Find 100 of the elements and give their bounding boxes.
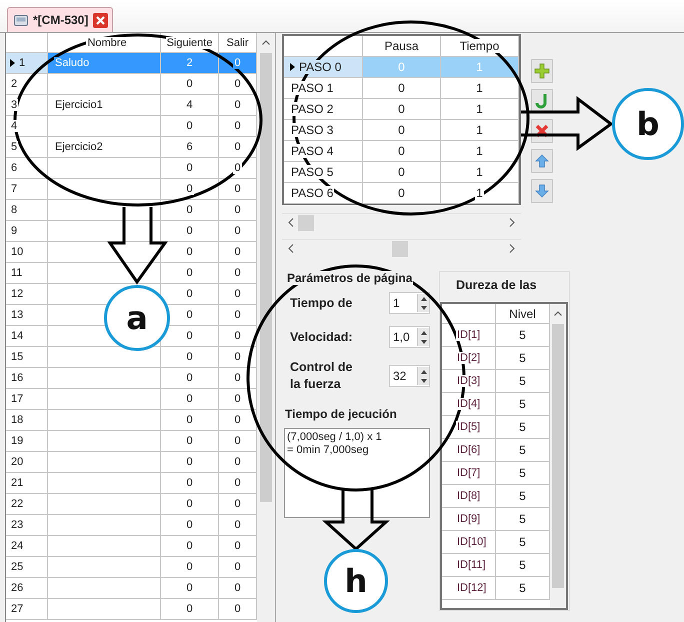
scroll-thumb[interactable] bbox=[392, 240, 408, 256]
table-row[interactable]: PASO 1 0 1 bbox=[284, 78, 519, 99]
table-cell: 1 bbox=[475, 144, 484, 158]
result-text-area[interactable]: (7,000seg / 1,0) x 1 = 0min 7,000seg bbox=[284, 428, 430, 518]
table-row[interactable]: 22 0 0 bbox=[6, 494, 257, 515]
table-row[interactable]: 21 0 0 bbox=[6, 473, 257, 494]
table-cell: 5 bbox=[518, 489, 527, 503]
column-header[interactable]: Siguiente bbox=[166, 36, 214, 48]
spin-down-icon[interactable] bbox=[420, 378, 426, 382]
table-row[interactable]: 8 0 0 bbox=[6, 200, 257, 221]
document-tab[interactable]: *[CM-530] bbox=[7, 7, 114, 32]
spinner-button[interactable] bbox=[417, 328, 429, 346]
up-button[interactable] bbox=[531, 149, 553, 173]
horizontal-scrollbar[interactable] bbox=[282, 239, 521, 257]
table-row[interactable]: 9 0 0 bbox=[6, 221, 257, 242]
row-number: 12 bbox=[10, 288, 24, 300]
table-row[interactable]: PASO 4 0 1 bbox=[284, 141, 519, 162]
down-arrow-icon bbox=[534, 183, 550, 199]
table-row[interactable]: 11 0 0 bbox=[6, 263, 257, 284]
table-cell: 1 bbox=[475, 81, 484, 95]
table-row[interactable]: PASO 6 0 1 bbox=[284, 183, 519, 204]
spin-up-icon[interactable] bbox=[420, 330, 426, 334]
table-row[interactable]: 5 Ejercicio2 6 0 bbox=[6, 137, 257, 158]
scroll-up-icon[interactable] bbox=[554, 311, 562, 316]
table-cell: 0 bbox=[233, 477, 242, 489]
table-row[interactable]: PASO 5 0 1 bbox=[284, 162, 519, 183]
table-cell: 0 bbox=[233, 561, 242, 573]
table-row[interactable]: 24 0 0 bbox=[6, 536, 257, 557]
table-cell: 0 bbox=[233, 225, 242, 237]
scroll-left-icon[interactable] bbox=[288, 218, 294, 227]
table-row[interactable]: 1 Saludo 2 0 bbox=[6, 53, 257, 74]
spinner-button[interactable] bbox=[417, 367, 429, 385]
down-button[interactable] bbox=[531, 179, 553, 203]
table-row[interactable]: 19 0 0 bbox=[6, 431, 257, 452]
row-number: 18 bbox=[10, 414, 24, 426]
column-header[interactable]: Nivel bbox=[508, 306, 537, 320]
row-number: 13 bbox=[10, 309, 24, 321]
table-row[interactable]: 4 0 0 bbox=[6, 116, 257, 137]
scroll-up-icon[interactable] bbox=[262, 40, 270, 45]
table-row[interactable]: 7 0 0 bbox=[6, 179, 257, 200]
table-row[interactable]: 20 0 0 bbox=[6, 452, 257, 473]
table-row[interactable]: 26 0 0 bbox=[6, 578, 257, 599]
table-row[interactable]: 27 0 0 bbox=[6, 599, 257, 620]
row-number: 16 bbox=[10, 372, 24, 384]
row-number: 10 bbox=[10, 246, 24, 258]
annotation-label: h bbox=[324, 549, 388, 613]
scroll-right-icon[interactable] bbox=[509, 218, 515, 227]
vertical-scrollbar[interactable] bbox=[257, 33, 275, 622]
table-cell: 0 bbox=[233, 540, 242, 552]
table-cell: 0 bbox=[233, 99, 242, 111]
spin-up-icon[interactable] bbox=[420, 296, 426, 300]
plus-icon bbox=[534, 63, 550, 79]
row-header: ID[1] bbox=[456, 329, 482, 341]
row-header: ID[10] bbox=[456, 536, 488, 548]
table-row[interactable]: 6 0 0 bbox=[6, 158, 257, 179]
table-cell: 0 bbox=[233, 372, 242, 384]
table-cell: 5 bbox=[518, 351, 527, 365]
table-row[interactable]: PASO 0 0 1 bbox=[284, 57, 519, 78]
scroll-thumb[interactable] bbox=[260, 53, 272, 502]
row-number: 21 bbox=[10, 477, 24, 489]
table-cell: 0 bbox=[233, 288, 242, 300]
column-header[interactable]: Tiempo bbox=[458, 39, 500, 53]
table-row[interactable]: 2 0 0 bbox=[6, 74, 257, 95]
table-cell: 0 bbox=[233, 246, 242, 258]
spin-up-icon[interactable] bbox=[420, 370, 426, 374]
spinner-button[interactable] bbox=[417, 294, 429, 312]
row-number: 26 bbox=[10, 582, 24, 594]
row-header: PASO 3 bbox=[290, 123, 334, 137]
table-row[interactable]: 17 0 0 bbox=[6, 389, 257, 410]
table-cell: 1 bbox=[475, 123, 484, 137]
row-header: ID[3] bbox=[456, 375, 482, 387]
table-cell: 0 bbox=[233, 435, 242, 447]
row-header: ID[8] bbox=[456, 490, 482, 502]
column-header[interactable]: Salir bbox=[225, 36, 250, 48]
table-row[interactable]: 3 Ejercicio1 4 0 bbox=[6, 95, 257, 116]
vertical-scrollbar[interactable] bbox=[550, 304, 566, 608]
table-row[interactable]: 16 0 0 bbox=[6, 368, 257, 389]
section-title: Tiempo de jecución bbox=[284, 407, 398, 421]
table-cell: 0 bbox=[397, 144, 406, 158]
scroll-thumb[interactable] bbox=[298, 214, 314, 230]
table-cell: 0 bbox=[185, 372, 194, 384]
scroll-thumb[interactable] bbox=[552, 324, 564, 588]
table-cell: 0 bbox=[185, 78, 194, 90]
table-row[interactable]: 10 0 0 bbox=[6, 242, 257, 263]
hook-button[interactable] bbox=[531, 89, 553, 113]
table-cell: 0 bbox=[185, 183, 194, 195]
spin-down-icon[interactable] bbox=[420, 340, 426, 344]
table-cell: 0 bbox=[233, 351, 242, 363]
table-row[interactable]: 23 0 0 bbox=[6, 515, 257, 536]
horizontal-scrollbar[interactable] bbox=[282, 213, 521, 231]
column-header[interactable]: Pausa bbox=[383, 39, 420, 53]
column-header[interactable]: Nombre bbox=[86, 36, 128, 48]
close-icon[interactable] bbox=[93, 12, 108, 28]
scroll-right-icon[interactable] bbox=[509, 244, 515, 253]
scroll-left-icon[interactable] bbox=[288, 244, 294, 253]
spin-down-icon[interactable] bbox=[420, 306, 426, 310]
table-row[interactable]: 25 0 0 bbox=[6, 557, 257, 578]
table-row[interactable]: PASO 3 0 1 bbox=[284, 120, 519, 141]
table-row[interactable]: PASO 2 0 1 bbox=[284, 99, 519, 120]
table-row[interactable]: 18 0 0 bbox=[6, 410, 257, 431]
